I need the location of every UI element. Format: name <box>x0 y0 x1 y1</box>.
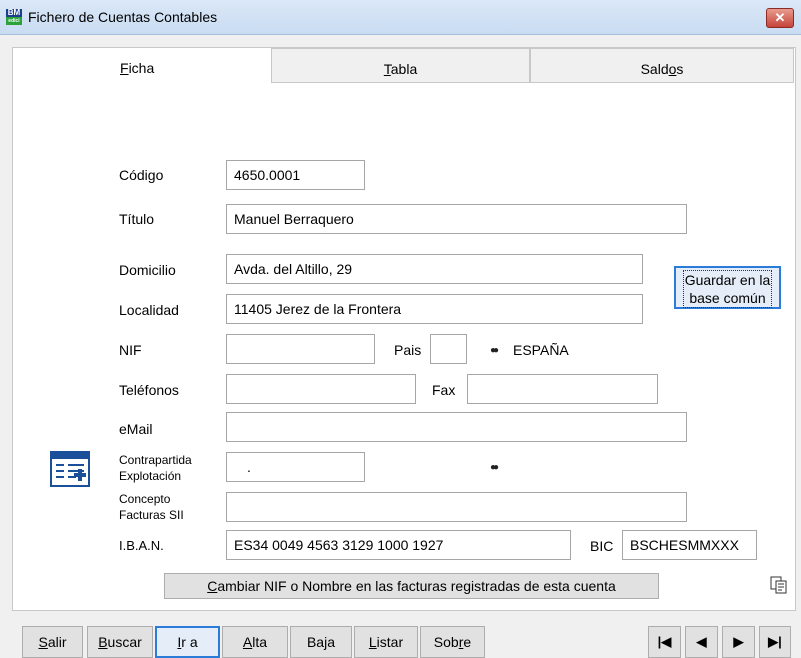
iban-field[interactable]: ES34 0049 4563 3129 1000 1927 <box>226 530 571 560</box>
contrapartida-label: Contrapartida Explotación <box>119 452 192 484</box>
guardar-line2: base común <box>689 290 766 306</box>
domicilio-label: Domicilio <box>119 262 176 278</box>
tab-ficha-accel: F <box>120 60 129 76</box>
cambiar-nif-nombre-button[interactable]: Cambiar NIF o Nombre en las facturas reg… <box>164 573 659 599</box>
tab-ficha-label: icha <box>128 60 155 76</box>
window-title: Fichero de Cuentas Contables <box>28 9 218 25</box>
sobre-label: e <box>463 634 472 650</box>
app-logo-sub: edici <box>6 17 22 25</box>
last-icon: ▶| <box>768 634 782 649</box>
alta-accel: A <box>242 634 253 650</box>
iban-label: I.B.A.N. <box>119 538 164 553</box>
localidad-label: Localidad <box>119 302 179 318</box>
ir-a-label: r a <box>181 634 198 650</box>
bic-label: BIC <box>590 538 614 554</box>
baja-label: a <box>327 634 336 650</box>
tab-ficha[interactable]: Ficha <box>13 48 271 83</box>
guardar-base-comun-button[interactable]: Guardar en la base común <box>674 266 781 309</box>
previous-record-button[interactable]: ◀ <box>685 626 718 658</box>
pais-country-name: ESPAÑA <box>513 342 569 358</box>
baja-button[interactable]: Baja <box>290 626 352 658</box>
fax-field[interactable] <box>467 374 658 404</box>
buscar-accel: B <box>98 634 108 650</box>
next-record-button[interactable]: ▶ <box>722 626 755 658</box>
salir-accel: S <box>38 634 48 650</box>
tab-saldos[interactable]: Saldos <box>530 48 794 83</box>
telefonos-label: Teléfonos <box>119 382 179 398</box>
nif-field[interactable] <box>226 334 375 364</box>
listar-button[interactable]: Listar <box>354 626 418 658</box>
concepto-label-line1: Concepto <box>119 492 171 506</box>
buscar-label: uscar <box>107 634 142 650</box>
alta-button[interactable]: Alta <box>222 626 288 658</box>
sobre-label-pre: Sob <box>433 634 459 650</box>
first-record-button[interactable]: |◀ <box>648 626 681 658</box>
codigo-label: Código <box>119 167 164 183</box>
listar-label: istar <box>376 634 404 650</box>
fax-label: Fax <box>432 382 456 398</box>
cambiar-accel: C <box>207 578 218 594</box>
alta-label: lta <box>252 634 268 650</box>
previous-icon: ◀ <box>696 634 707 649</box>
titulo-field[interactable]: Manuel Berraquero <box>226 204 687 234</box>
buscar-button[interactable]: Buscar <box>87 626 153 658</box>
app-logo-icon: BM edici <box>6 9 22 25</box>
contrapartida-label-line1: Contrapartida <box>119 453 192 467</box>
telefonos-field[interactable] <box>226 374 416 404</box>
cambiar-label: ambiar NIF o Nombre en las facturas regi… <box>217 578 616 594</box>
concepto-label-line2: Facturas SII <box>119 508 184 522</box>
ir-a-button[interactable]: Ir a <box>155 626 220 658</box>
pais-field[interactable] <box>430 334 467 364</box>
next-icon: ▶ <box>733 634 744 649</box>
concepto-field[interactable] <box>226 492 687 522</box>
bic-field[interactable]: BSCHESMMXXX <box>622 530 757 560</box>
contrapartida-label-line2: Explotación <box>119 469 182 483</box>
tab-tabla-label: abla <box>390 61 418 77</box>
title-bar: BM edici Fichero de Cuentas Contables ✕ <box>0 0 801 35</box>
guardar-line1: Guardar en la <box>684 272 771 288</box>
contrapartida-field[interactable]: . <box>226 452 365 482</box>
salir-label: alir <box>47 634 67 650</box>
concepto-label: Concepto Facturas SII <box>119 491 184 523</box>
last-record-button[interactable]: ▶| <box>759 626 791 658</box>
app-logo-text: BM <box>7 8 21 17</box>
salir-button[interactable]: Salir <box>22 626 83 658</box>
contrapartida-search-icon[interactable] <box>484 459 502 475</box>
close-icon: ✕ <box>774 10 786 25</box>
guardar-button-label: Guardar en la base común <box>682 270 773 308</box>
tab-tabla-accel: T <box>383 61 391 77</box>
tab-saldos-label-post: s <box>676 61 684 77</box>
form-panel <box>12 47 796 611</box>
pais-label: Pais <box>394 342 422 358</box>
tab-tabla[interactable]: Tabla <box>271 48 530 83</box>
nif-label: NIF <box>119 342 142 358</box>
email-label: eMail <box>119 421 153 437</box>
domicilio-field[interactable]: Avda. del Altillo, 29 <box>226 254 643 284</box>
pais-search-icon[interactable] <box>484 342 502 358</box>
close-button[interactable]: ✕ <box>766 8 794 28</box>
codigo-field[interactable]: 4650.0001 <box>226 160 365 190</box>
baja-label-pre: Ba <box>306 634 325 650</box>
localidad-field[interactable]: 11405 Jerez de la Frontera <box>226 294 643 324</box>
email-field[interactable] <box>226 412 687 442</box>
table-view-icon[interactable] <box>50 451 90 487</box>
copy-icon[interactable] <box>770 576 788 594</box>
first-icon: |◀ <box>657 634 672 649</box>
titulo-label: Título <box>119 211 155 227</box>
sobre-button[interactable]: Sobre <box>420 626 485 658</box>
listar-accel: L <box>368 634 377 650</box>
tab-saldos-label-pre: Sald <box>640 61 669 77</box>
